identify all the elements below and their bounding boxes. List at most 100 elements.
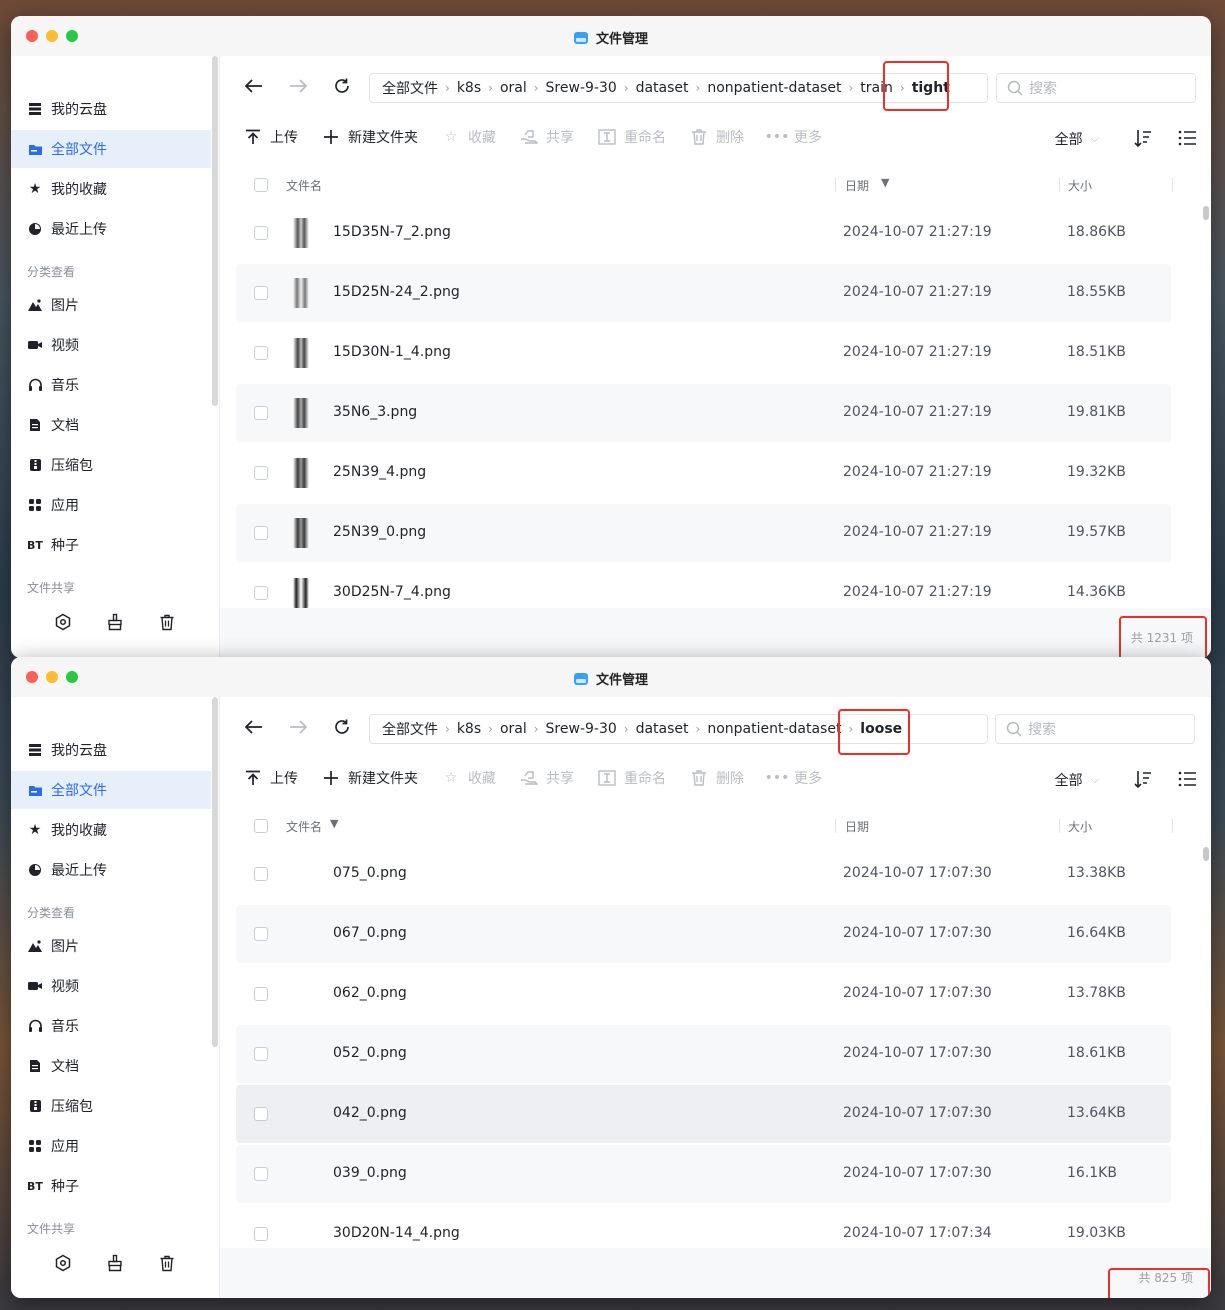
table-row[interactable]: 35N6_3.png 2024-10-07 21:27:19 19.81KB xyxy=(236,384,1171,442)
sidebar-item-music[interactable]: 音乐 xyxy=(11,366,211,404)
search-input[interactable]: 搜索 xyxy=(995,714,1195,744)
more-button[interactable]: ••• 更多 xyxy=(765,127,822,147)
file-name[interactable]: 052_0.png xyxy=(333,1045,407,1061)
trash-icon[interactable] xyxy=(157,612,177,632)
sidebar-item-all-files[interactable]: 全部文件 xyxy=(11,771,211,809)
breadcrumb-item[interactable]: dataset xyxy=(636,721,689,737)
file-name[interactable]: 15D25N-24_2.png xyxy=(333,284,460,300)
file-name[interactable]: 15D35N-7_2.png xyxy=(333,224,451,240)
table-row[interactable]: 25N39_0.png 2024-10-07 21:27:19 19.57KB xyxy=(236,504,1171,562)
sidebar-item-documents[interactable]: 文档 xyxy=(11,406,211,444)
sidebar-item-archives[interactable]: 压缩包 xyxy=(11,1087,211,1125)
row-checkbox[interactable] xyxy=(254,1167,268,1181)
column-header-date[interactable]: 日期 xyxy=(845,177,869,194)
file-name[interactable]: 30D25N-7_4.png xyxy=(333,584,451,600)
column-divider[interactable] xyxy=(835,178,836,192)
row-checkbox[interactable] xyxy=(254,346,268,360)
sidebar-scrollbar[interactable] xyxy=(212,56,218,406)
column-header-name[interactable]: 文件名 xyxy=(286,177,322,194)
upload-button[interactable]: 上传 xyxy=(244,768,298,788)
column-header-size[interactable]: 大小 xyxy=(1068,818,1092,835)
sidebar-item-my-cloud[interactable]: 我的云盘 xyxy=(11,731,211,769)
trash-icon[interactable] xyxy=(157,1253,177,1273)
column-divider[interactable] xyxy=(1059,819,1060,833)
back-arrow-icon[interactable] xyxy=(242,74,266,98)
row-checkbox[interactable] xyxy=(254,987,268,1001)
row-checkbox[interactable] xyxy=(254,406,268,420)
clean-brush-icon[interactable] xyxy=(105,1253,125,1273)
column-divider[interactable] xyxy=(835,819,836,833)
breadcrumb-item[interactable]: Srew-9-30 xyxy=(546,80,617,96)
rename-button[interactable]: 重命名 xyxy=(598,768,666,788)
sidebar-item-apps[interactable]: 应用 xyxy=(11,1127,211,1165)
breadcrumb-item[interactable]: k8s xyxy=(457,80,481,96)
select-all-checkbox[interactable] xyxy=(254,178,268,192)
breadcrumb-item[interactable]: 全部文件 xyxy=(382,78,438,98)
file-name[interactable]: 062_0.png xyxy=(333,985,407,1001)
delete-button[interactable]: 删除 xyxy=(690,768,744,788)
file-name[interactable]: 25N39_4.png xyxy=(333,464,426,480)
refresh-icon[interactable] xyxy=(330,74,354,98)
sidebar-item-images[interactable]: 图片 xyxy=(11,286,211,324)
file-name[interactable]: 15D30N-1_4.png xyxy=(333,344,451,360)
new-folder-button[interactable]: 新建文件夹 xyxy=(322,127,418,147)
table-row[interactable]: 062_0.png 2024-10-07 17:07:30 13.78KB xyxy=(236,965,1171,1023)
rename-button[interactable]: 重命名 xyxy=(598,127,666,147)
sort-desc-icon[interactable]: ▼ xyxy=(881,176,889,189)
row-checkbox[interactable] xyxy=(254,867,268,881)
sidebar-item-all-files[interactable]: 全部文件 xyxy=(11,130,211,168)
back-arrow-icon[interactable] xyxy=(242,715,266,739)
row-checkbox[interactable] xyxy=(254,586,268,600)
list-scrollbar[interactable] xyxy=(1203,206,1209,220)
row-checkbox[interactable] xyxy=(254,526,268,540)
list-scrollbar[interactable] xyxy=(1203,847,1209,861)
delete-button[interactable]: 删除 xyxy=(690,127,744,147)
row-checkbox[interactable] xyxy=(254,1107,268,1121)
breadcrumb-item[interactable]: 全部文件 xyxy=(382,719,438,739)
row-checkbox[interactable] xyxy=(254,466,268,480)
table-row[interactable]: 039_0.png 2024-10-07 17:07:30 16.1KB xyxy=(236,1145,1171,1203)
sort-desc-icon[interactable]: ▼ xyxy=(330,817,338,830)
sidebar-item-videos[interactable]: 视频 xyxy=(11,967,211,1005)
share-button[interactable]: 共享 xyxy=(520,768,574,788)
column-divider[interactable] xyxy=(1172,819,1173,833)
table-row[interactable]: 15D25N-24_2.png 2024-10-07 21:27:19 18.55K… xyxy=(236,264,1171,322)
favorite-button[interactable]: ☆ 收藏 xyxy=(442,127,496,147)
table-row[interactable]: 15D35N-7_2.png 2024-10-07 21:27:19 18.86KB xyxy=(236,204,1171,262)
table-row[interactable]: 042_0.png 2024-10-07 17:07:30 13.64KB xyxy=(236,1085,1171,1143)
file-name[interactable]: 30D20N-14_4.png xyxy=(333,1225,460,1241)
table-row[interactable]: 052_0.png 2024-10-07 17:07:30 18.61KB xyxy=(236,1025,1171,1083)
breadcrumb-item[interactable]: dataset xyxy=(636,80,689,96)
sidebar-item-recent-uploads[interactable]: 最近上传 xyxy=(11,851,211,889)
forward-arrow-icon[interactable] xyxy=(286,715,310,739)
breadcrumb-item[interactable]: nonpatient-dataset xyxy=(707,721,841,737)
table-row[interactable]: 067_0.png 2024-10-07 17:07:30 16.64KB xyxy=(236,905,1171,963)
list-view-icon[interactable] xyxy=(1177,769,1197,789)
forward-arrow-icon[interactable] xyxy=(286,74,310,98)
breadcrumb-item[interactable]: Srew-9-30 xyxy=(546,721,617,737)
clean-brush-icon[interactable] xyxy=(105,612,125,632)
row-checkbox[interactable] xyxy=(254,1227,268,1241)
file-name[interactable]: 039_0.png xyxy=(333,1165,407,1181)
row-checkbox[interactable] xyxy=(254,226,268,240)
row-checkbox[interactable] xyxy=(254,1047,268,1061)
settings-hexagon-icon[interactable] xyxy=(53,1253,73,1273)
favorite-button[interactable]: ☆ 收藏 xyxy=(442,768,496,788)
sidebar-item-torrents[interactable]: BT 种子 xyxy=(11,1167,211,1205)
sidebar-item-favorites[interactable]: ★ 我的收藏 xyxy=(11,811,211,849)
refresh-icon[interactable] xyxy=(330,715,354,739)
column-header-date[interactable]: 日期 xyxy=(845,818,869,835)
row-checkbox[interactable] xyxy=(254,286,268,300)
sort-icon[interactable] xyxy=(1133,128,1153,148)
sidebar-item-favorites[interactable]: ★ 我的收藏 xyxy=(11,170,211,208)
new-folder-button[interactable]: 新建文件夹 xyxy=(322,768,418,788)
file-name[interactable]: 067_0.png xyxy=(333,925,407,941)
filter-dropdown[interactable]: 全部 ⌵ xyxy=(1055,129,1099,149)
upload-button[interactable]: 上传 xyxy=(244,127,298,147)
sidebar-item-my-cloud[interactable]: 我的云盘 xyxy=(11,90,211,128)
sidebar-item-music[interactable]: 音乐 xyxy=(11,1007,211,1045)
sidebar-item-recent-uploads[interactable]: 最近上传 xyxy=(11,210,211,248)
search-input[interactable]: 搜索 xyxy=(996,73,1196,103)
list-view-icon[interactable] xyxy=(1177,128,1197,148)
sidebar-item-apps[interactable]: 应用 xyxy=(11,486,211,524)
